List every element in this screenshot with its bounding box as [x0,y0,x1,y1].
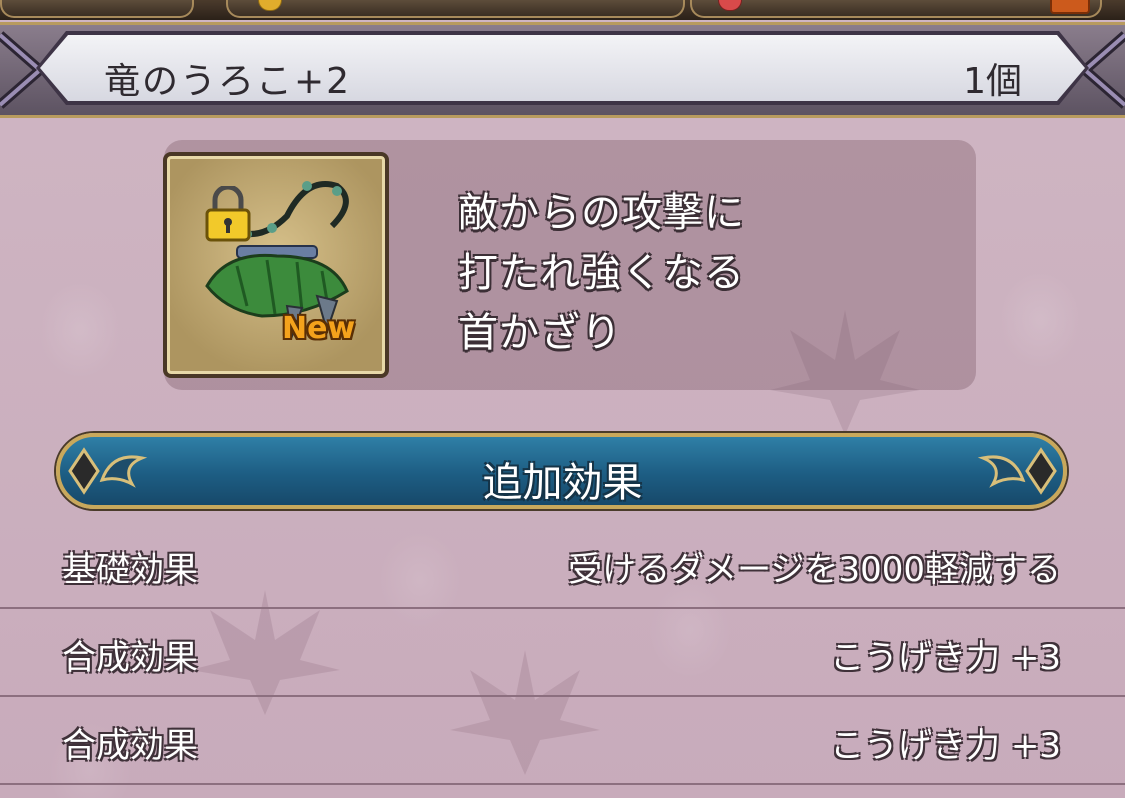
menu-tab[interactable] [0,0,194,18]
effect-value: こうげき力 +3 [830,638,1061,678]
section-title: 追加効果 [482,460,643,506]
gem-counter [690,0,1102,18]
item-quantity: 1個 [963,61,1022,102]
item-name: 竜のうろこ+2 [104,61,352,102]
new-badge: New [282,311,356,346]
effect-row: 合成効果 こうげき力 +3 [0,608,1125,697]
description-line-1: 敵からの攻撃に [458,190,745,236]
effect-label: 基礎効果 [62,550,198,590]
item-icon-frame[interactable]: New [163,152,389,378]
effect-value: 受けるダメージを3000軽減する [568,550,1061,590]
effect-label: 合成効果 [62,726,198,766]
effect-value: こうげき力 +3 [830,726,1061,766]
effect-label: 合成効果 [62,638,198,678]
padlock-icon [205,186,251,242]
gold-counter [226,0,685,18]
effect-row: 基礎効果 受けるダメージを3000軽減する [0,520,1125,609]
description-line-2: 打たれ強くなる [458,250,745,296]
description-line-3: 首かざり [458,310,622,356]
status-bar [0,0,1125,20]
add-gem-button[interactable] [1050,0,1090,14]
effect-row: 合成効果 こうげき力 +3 [0,696,1125,785]
